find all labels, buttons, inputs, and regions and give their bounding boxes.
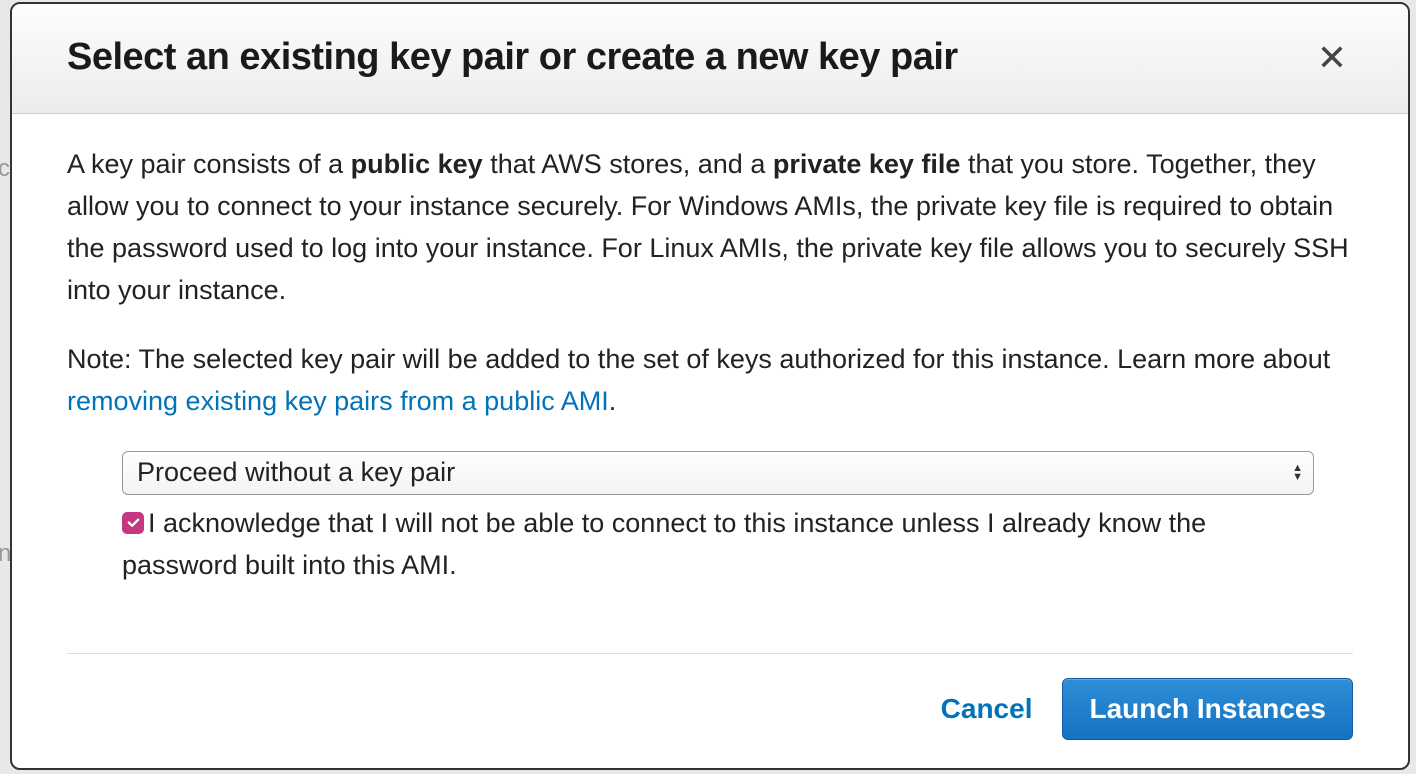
obscured-text: c xyxy=(0,155,10,183)
key-pair-modal: Select an existing key pair or create a … xyxy=(10,2,1410,770)
modal-footer: Cancel Launch Instances xyxy=(67,653,1353,768)
modal-title: Select an existing key pair or create a … xyxy=(67,36,958,79)
cancel-button[interactable]: Cancel xyxy=(941,693,1033,725)
text-segment: . xyxy=(609,386,617,416)
key-pair-select-row: Proceed without a key pair ▲ ▼ xyxy=(122,451,1353,495)
acknowledge-text: I acknowledge that I will not be able to… xyxy=(122,508,1206,580)
remove-key-pairs-link[interactable]: removing existing key pairs from a publi… xyxy=(67,386,609,416)
acknowledge-row: I acknowledge that I will not be able to… xyxy=(122,503,1314,587)
modal-header: Select an existing key pair or create a … xyxy=(12,4,1408,114)
checkmark-icon xyxy=(126,515,141,530)
bold-private-key-file: private key file xyxy=(773,149,961,179)
modal-body: A key pair consists of a public key that… xyxy=(12,114,1408,623)
key-pair-select[interactable]: Proceed without a key pair ▲ ▼ xyxy=(122,451,1314,495)
text-segment: that AWS stores, and a xyxy=(483,149,773,179)
acknowledge-checkbox[interactable] xyxy=(122,512,144,534)
select-value: Proceed without a key pair xyxy=(137,452,455,494)
close-icon[interactable]: ✕ xyxy=(1311,40,1353,76)
launch-instances-button[interactable]: Launch Instances xyxy=(1062,678,1353,740)
description-paragraph-2: Note: The selected key pair will be adde… xyxy=(67,339,1353,423)
bold-public-key: public key xyxy=(351,149,483,179)
select-arrows-icon: ▲ ▼ xyxy=(1292,464,1303,482)
text-segment: Note: The selected key pair will be adde… xyxy=(67,344,1330,374)
text-segment: A key pair consists of a xyxy=(67,149,351,179)
description-paragraph-1: A key pair consists of a public key that… xyxy=(67,144,1353,311)
